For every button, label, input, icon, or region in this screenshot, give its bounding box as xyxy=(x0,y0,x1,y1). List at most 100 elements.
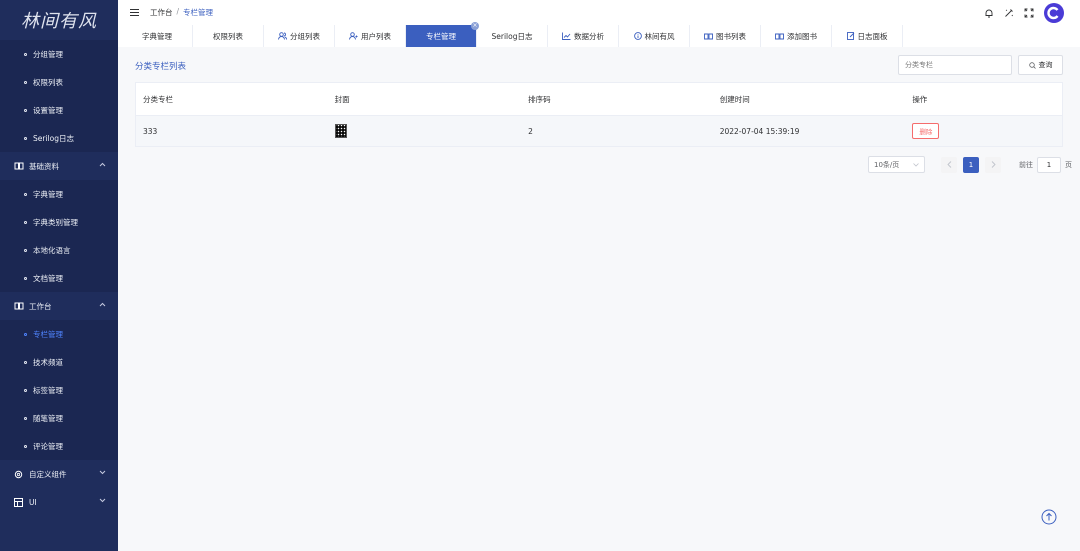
page-number[interactable]: 1 xyxy=(963,156,979,173)
tab-add-book[interactable]: 添加图书 xyxy=(761,25,832,47)
sidebar-item-label: 评论管理 xyxy=(33,441,63,451)
fullscreen-icon[interactable] xyxy=(1024,8,1034,18)
arrow-up-circle-icon xyxy=(1041,509,1057,525)
main-content: 分类专栏列表 查询 分类专栏 封面 排序码 创建时间 操作 333 2 2022… xyxy=(118,47,1080,551)
tab-about[interactable]: 林间有风 xyxy=(619,25,690,47)
info-icon xyxy=(633,32,642,40)
chevron-up-icon xyxy=(99,302,106,307)
sidebar-group-label: UI xyxy=(29,497,37,507)
prev-page-button[interactable] xyxy=(941,156,957,173)
back-to-top-button[interactable] xyxy=(1041,509,1057,525)
bullet-icon xyxy=(24,80,27,84)
goto-page: 前往 1 页 xyxy=(1019,156,1072,173)
tab-label: 专栏管理 xyxy=(426,31,456,41)
sidebar-item-settings-manage[interactable]: 设置管理 xyxy=(0,96,118,124)
search-button[interactable]: 查询 xyxy=(1018,55,1063,75)
hamburger-icon[interactable] xyxy=(130,9,140,16)
chevron-up-icon xyxy=(99,162,106,167)
tab-label: 数据分析 xyxy=(574,31,604,41)
sidebar-item-column-manage[interactable]: 专栏管理 xyxy=(0,320,118,348)
header: 工作台 / 专栏管理 xyxy=(118,0,1080,25)
chevron-down-icon xyxy=(99,498,106,503)
tab-label: 用户列表 xyxy=(361,31,391,41)
breadcrumb-separator: / xyxy=(176,7,180,16)
tab-log-panel[interactable]: 日志面板 xyxy=(832,25,903,47)
tab-book-list[interactable]: 图书列表 xyxy=(690,25,761,47)
breadcrumb-current: 专栏管理 xyxy=(183,8,214,17)
table-row[interactable]: 333 2 2022-07-04 15:39:19 删除 xyxy=(136,116,1062,146)
next-page-button[interactable] xyxy=(985,156,1001,173)
sidebar-item-essay-manage[interactable]: 随笔管理 xyxy=(0,404,118,432)
sidebar-item-label: 技术频道 xyxy=(33,357,63,367)
tab-user-list[interactable]: 用户列表 xyxy=(335,25,406,47)
page-title: 分类专栏列表 xyxy=(135,62,187,72)
sidebar-item-serilog[interactable]: Serilog日志 xyxy=(0,124,118,152)
chevron-left-icon xyxy=(946,161,951,168)
bullet-icon xyxy=(24,52,27,56)
bullet-icon xyxy=(24,360,27,364)
sidebar-group-basic-data[interactable]: 基础资料 xyxy=(0,152,118,180)
sidebar-item-group-manage[interactable]: 分组管理 xyxy=(0,40,118,68)
bullet-icon xyxy=(24,276,27,280)
sidebar-group-workbench[interactable]: 工作台 xyxy=(0,292,118,320)
column-table: 分类专栏 封面 排序码 创建时间 操作 333 2 2022-07-04 15:… xyxy=(135,82,1063,147)
tab-dict-manage[interactable]: 字典管理 xyxy=(122,25,193,47)
sidebar-group-ui[interactable]: UI xyxy=(0,488,118,516)
magic-wand-icon[interactable] xyxy=(1004,8,1014,18)
sidebar-item-label: 标签管理 xyxy=(33,385,63,395)
sidebar-item-doc-manage[interactable]: 文档管理 xyxy=(0,264,118,292)
book-icon xyxy=(775,33,784,40)
sidebar-item-permission-list[interactable]: 权限列表 xyxy=(0,68,118,96)
sidebar: 林间有风 分组管理 权限列表 设置管理 Serilog日志 基础资料 字典管理 … xyxy=(0,0,118,551)
page-size-select[interactable]: 10条/页 xyxy=(868,156,925,173)
sidebar-group-label: 基础资料 xyxy=(29,161,59,171)
breadcrumb: 工作台 / 专栏管理 xyxy=(150,7,213,18)
sidebar-item-dict-manage[interactable]: 字典管理 xyxy=(0,180,118,208)
header-cell: 分类专栏 xyxy=(143,94,173,104)
goto-input[interactable]: 1 xyxy=(1037,156,1061,173)
search-button-label: 查询 xyxy=(1038,61,1053,69)
pagination: 10条/页 1 前往 1 页 xyxy=(868,156,1072,173)
tab-data-analysis[interactable]: 数据分析 xyxy=(548,25,619,47)
cell-created: 2022-07-04 15:39:19 xyxy=(719,126,800,136)
sidebar-item-comment-manage[interactable]: 评论管理 xyxy=(0,432,118,460)
chevron-right-icon xyxy=(991,161,996,168)
sidebar-item-label: 字典类别管理 xyxy=(33,217,78,227)
tab-column-manage[interactable]: 专栏管理 × xyxy=(406,22,479,47)
sidebar-item-label: 本地化语言 xyxy=(33,245,71,255)
sidebar-item-tag-manage[interactable]: 标签管理 xyxy=(0,376,118,404)
sidebar-submenu-workbench: 专栏管理 技术频道 标签管理 随笔管理 评论管理 xyxy=(0,320,118,460)
delete-button[interactable]: 删除 xyxy=(912,123,940,139)
sidebar-group-label: 工作台 xyxy=(29,301,52,311)
cell-action: 删除 xyxy=(905,123,1062,139)
edit-icon xyxy=(846,32,855,40)
cell-sort: 2 xyxy=(528,126,533,136)
sidebar-item-label: 随笔管理 xyxy=(33,413,63,423)
header-cell: 创建时间 xyxy=(719,94,750,104)
bullet-icon xyxy=(24,192,27,196)
tab-permission-list[interactable]: 权限列表 xyxy=(193,25,264,47)
search-icon xyxy=(1028,61,1036,69)
sidebar-item-tech-channel[interactable]: 技术频道 xyxy=(0,348,118,376)
book-icon xyxy=(14,301,24,311)
sidebar-item-dict-type-manage[interactable]: 字典类别管理 xyxy=(0,208,118,236)
sidebar-group-label: 自定义组件 xyxy=(29,469,67,479)
tab-bar: 字典管理 权限列表 分组列表 用户列表 专栏管理 × Serilog日志 数据分… xyxy=(118,22,1080,47)
bullet-icon xyxy=(24,332,27,336)
bullet-icon xyxy=(24,248,27,252)
sidebar-group-custom-components[interactable]: 自定义组件 xyxy=(0,460,118,488)
tab-label: 图书列表 xyxy=(716,31,746,41)
tab-label: 分组列表 xyxy=(290,31,320,41)
breadcrumb-root[interactable]: 工作台 xyxy=(150,7,173,18)
avatar[interactable] xyxy=(1044,3,1064,23)
header-cell: 封面 xyxy=(334,94,350,104)
tab-group-list[interactable]: 分组列表 xyxy=(264,25,335,47)
search-input[interactable] xyxy=(898,55,1012,75)
sidebar-item-localization[interactable]: 本地化语言 xyxy=(0,236,118,264)
bell-icon[interactable] xyxy=(984,8,994,18)
tab-serilog[interactable]: Serilog日志 xyxy=(477,25,548,47)
book-icon xyxy=(704,33,713,40)
sidebar-submenu-system: 分组管理 权限列表 设置管理 Serilog日志 xyxy=(0,40,118,152)
sidebar-item-label: 字典管理 xyxy=(33,189,63,199)
goto-label: 前往 xyxy=(1019,160,1033,169)
